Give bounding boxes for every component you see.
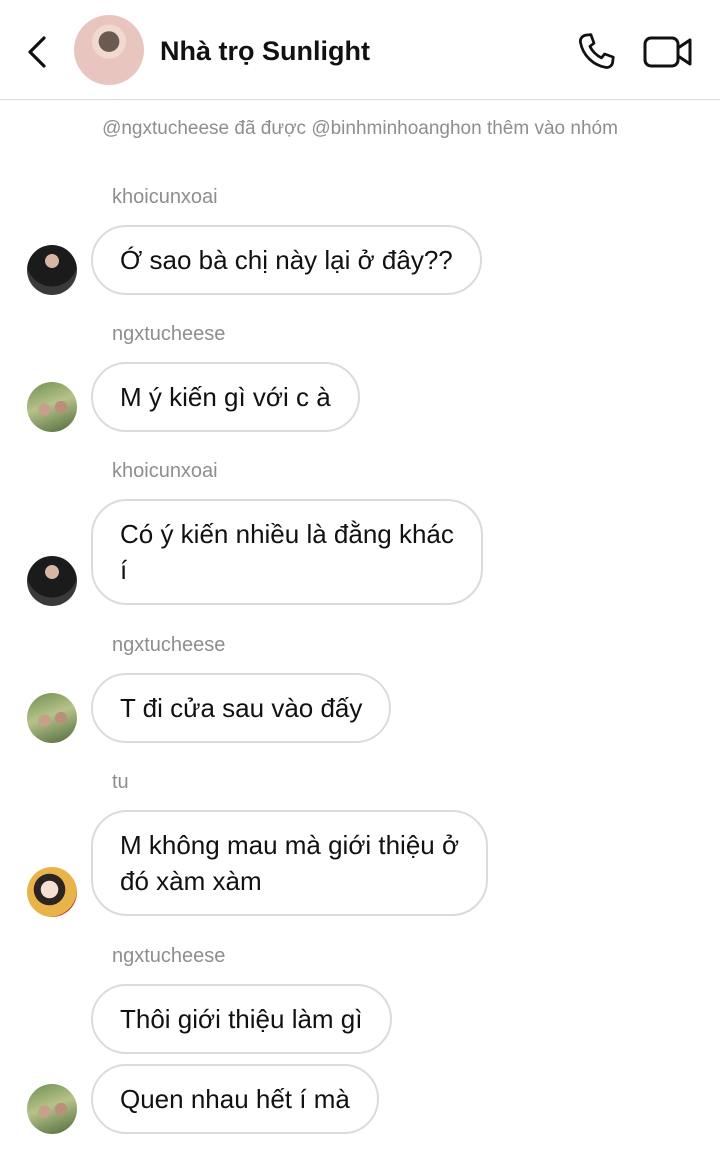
sender-name: tu (112, 771, 129, 793)
message-bubble[interactable]: Ớ sao bà chị này lại ở đây?? (91, 225, 482, 295)
message-text-line: í (120, 555, 128, 585)
message-text: T đi cửa sau vào đấy (120, 693, 363, 723)
sender-name: khoicunxoai (112, 460, 218, 482)
video-call-button[interactable] (642, 32, 694, 72)
message-bubble[interactable]: T đi cửa sau vào đấy (91, 673, 392, 743)
phone-icon (578, 33, 615, 69)
message-bubble[interactable]: Quen nhau hết í mà (91, 1064, 379, 1134)
chevron-left-icon (28, 36, 46, 68)
message-bubble[interactable]: Có ý kiến nhiều là đằng khác í (91, 499, 483, 605)
avatar[interactable] (27, 556, 77, 606)
message-text: Thôi giới thiệu làm gì (120, 1004, 363, 1034)
message-text-line: M không mau mà giới thiệu ở (120, 830, 460, 860)
message-text-line: Có ý kiến nhiều là đằng khác (120, 519, 454, 549)
avatar[interactable] (27, 245, 77, 295)
chat-header: Nhà trọ Sunlight (0, 0, 720, 100)
avatar[interactable] (27, 693, 77, 743)
sender-name: ngxtucheese (112, 945, 226, 967)
chat-title[interactable]: Nhà trọ Sunlight (160, 36, 370, 67)
message-text: Quen nhau hết í mà (120, 1084, 350, 1114)
avatar[interactable] (27, 867, 77, 917)
avatar[interactable] (27, 1084, 77, 1134)
group-avatar[interactable] (74, 15, 144, 85)
message-bubble[interactable]: M ý kiến gì với c à (91, 362, 360, 432)
message-text: Ớ sao bà chị này lại ở đây?? (120, 245, 453, 275)
sender-name: khoicunxoai (112, 186, 218, 208)
message-bubble[interactable]: Thôi giới thiệu làm gì (91, 984, 392, 1054)
message-text-line: đó xàm xàm (120, 866, 262, 896)
message-bubble[interactable]: M không mau mà giới thiệu ở đó xàm xàm (91, 810, 489, 916)
sender-name: ngxtucheese (112, 323, 226, 345)
avatar[interactable] (27, 382, 77, 432)
back-button[interactable] (20, 32, 56, 72)
call-button[interactable] (574, 30, 618, 74)
system-message: @ngxtucheese đã được @binhminhoanghon th… (102, 118, 618, 139)
message-text: M ý kiến gì với c à (120, 382, 331, 412)
video-camera-icon (643, 36, 692, 68)
sender-name: ngxtucheese (112, 634, 226, 656)
